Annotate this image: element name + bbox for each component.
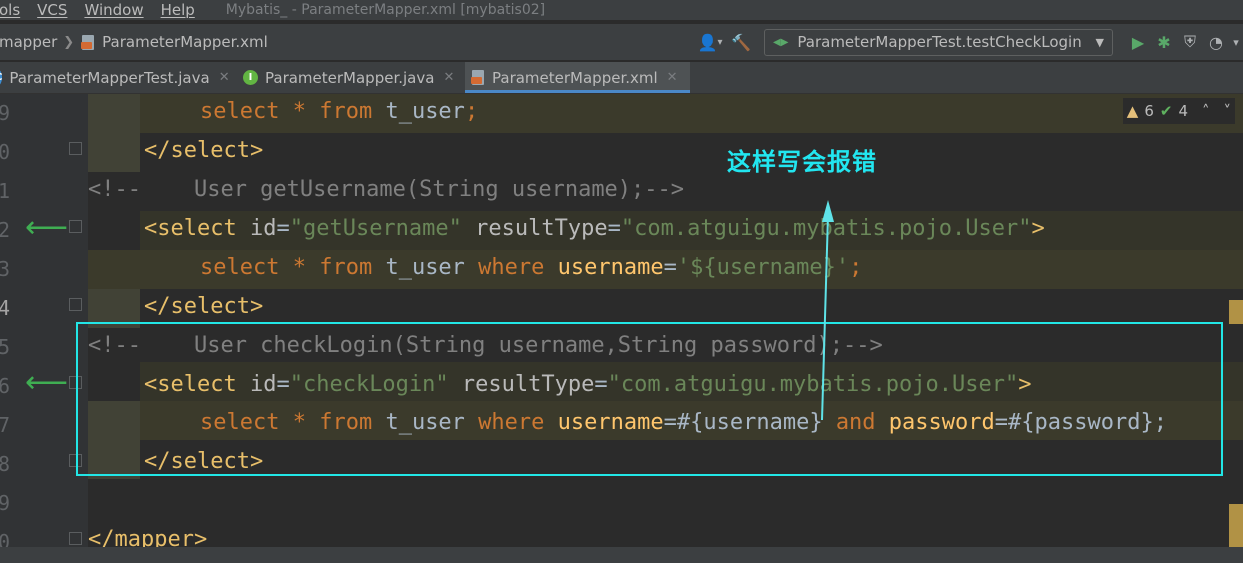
- chevron-down-icon[interactable]: ˅: [1224, 102, 1232, 120]
- warning-icon: ▲: [1126, 102, 1139, 120]
- build-hammer-icon[interactable]: 🔨: [728, 29, 754, 55]
- tab-parametermapper-java[interactable]: I ParameterMapper.java ✕: [238, 62, 465, 93]
- line-number: 15: [0, 335, 10, 359]
- close-icon[interactable]: ✕: [443, 70, 454, 85]
- line-number: 12: [0, 218, 10, 242]
- run-config-icon: ◀▶: [773, 36, 789, 48]
- block-highlight: [88, 94, 140, 172]
- close-icon[interactable]: ✕: [219, 70, 230, 85]
- line-number: 17: [0, 413, 10, 437]
- tab-parametermapper-xml[interactable]: ParameterMapper.xml ✕: [465, 62, 690, 93]
- line-number: 18: [0, 452, 10, 476]
- annotation-label: 这样写会报错: [727, 148, 877, 176]
- profile-icon[interactable]: ◔: [1203, 29, 1229, 55]
- code-line-10: </select>: [144, 138, 264, 163]
- bottom-status-bar: [0, 547, 1243, 563]
- xml-file-icon: [80, 34, 97, 51]
- chevron-down-icon: ▼: [1095, 35, 1104, 49]
- menu-help[interactable]: Help: [161, 1, 195, 19]
- interface-i-icon: I: [243, 70, 258, 85]
- debug-bug-icon[interactable]: ✱: [1151, 29, 1177, 55]
- breadcrumb-mapper[interactable]: mapper: [0, 33, 57, 51]
- line-number: 19: [0, 491, 10, 515]
- tab-label: ParameterMapper.xml: [492, 68, 658, 87]
- fold-icon[interactable]: [69, 532, 82, 545]
- menu-vcs[interactable]: VCS: [37, 1, 67, 19]
- warning-count: 6: [1144, 102, 1154, 120]
- weak-warning-count: 4: [1178, 102, 1188, 120]
- chevron-up-icon[interactable]: ˄: [1202, 102, 1210, 120]
- menu-window[interactable]: Window: [84, 1, 143, 19]
- breadcrumb-file[interactable]: ParameterMapper.xml: [80, 33, 268, 51]
- code-line-14: </select>: [144, 294, 264, 319]
- fold-icon[interactable]: [69, 220, 82, 233]
- breadcrumb-file-label: ParameterMapper.xml: [102, 33, 268, 51]
- navigate-to-method-arrow-icon[interactable]: ⟵: [25, 368, 68, 398]
- line-number: 11: [0, 179, 10, 203]
- editor-gutter[interactable]: 9 10 11 12 13 14 15 16 17 18 19 20 ⟵ ⟵ 💡: [0, 94, 118, 563]
- line-number: 14: [0, 296, 10, 320]
- class-c-icon: C: [0, 70, 3, 85]
- line-number: 9: [0, 101, 10, 125]
- inspection-widget[interactable]: ▲ 6 ✔ 4 ˄ ˅: [1122, 98, 1235, 124]
- breadcrumb-separator-icon: ❯: [63, 34, 75, 50]
- user-icon[interactable]: 👤 ▾: [692, 29, 728, 55]
- tab-label: ParameterMapperTest.java: [9, 68, 210, 87]
- navigate-to-method-arrow-icon[interactable]: ⟵: [25, 213, 68, 243]
- menu-bar: ols VCS Window Help Mybatis_ - Parameter…: [0, 0, 1243, 20]
- weak-warning-check-icon: ✔: [1159, 102, 1173, 120]
- run-icon[interactable]: ▶: [1125, 29, 1151, 55]
- run-config-name: ParameterMapperTest.testCheckLogin: [797, 33, 1082, 51]
- fold-icon[interactable]: [69, 298, 82, 311]
- window-title: Mybatis_ - ParameterMapper.xml [mybatis0…: [225, 2, 546, 18]
- tab-label: ParameterMapper.java: [265, 68, 435, 87]
- navigation-bar: mapper ❯ ParameterMapper.xml 👤 ▾ 🔨 ◀▶ Par…: [0, 24, 1243, 60]
- coverage-icon[interactable]: ⛨: [1177, 29, 1203, 55]
- more-dropdown-icon[interactable]: ▾: [1229, 29, 1243, 55]
- code-line-9: select * from t_user;: [200, 99, 479, 124]
- run-configuration-select[interactable]: ◀▶ ParameterMapperTest.testCheckLogin ▼: [764, 28, 1113, 56]
- scrollbar-marker[interactable]: [1229, 504, 1243, 552]
- fold-icon[interactable]: [69, 142, 82, 155]
- menu-tools[interactable]: ols: [0, 1, 20, 19]
- line-number: 10: [0, 140, 10, 164]
- close-icon[interactable]: ✕: [667, 70, 678, 85]
- code-line-11: <!-- User getUsername(String username);-…: [88, 177, 685, 202]
- tab-parametermappertest-java[interactable]: C ParameterMapperTest.java ✕: [0, 62, 238, 93]
- line-number: 16: [0, 374, 10, 398]
- code-line-12: <select id="getUsername" resultType="com…: [144, 216, 1045, 241]
- editor-tabs: C ParameterMapperTest.java ✕ I Parameter…: [0, 62, 1243, 94]
- line-number: 13: [0, 257, 10, 281]
- xml-file-icon: [470, 69, 487, 86]
- toolbar-right: 👤 ▾ 🔨 ◀▶ ParameterMapperTest.testCheckLog…: [692, 24, 1243, 60]
- code-line-13: select * from t_user where username='${u…: [200, 255, 863, 280]
- scrollbar-marker[interactable]: [1229, 300, 1243, 324]
- annotation-highlight-box: [76, 322, 1223, 476]
